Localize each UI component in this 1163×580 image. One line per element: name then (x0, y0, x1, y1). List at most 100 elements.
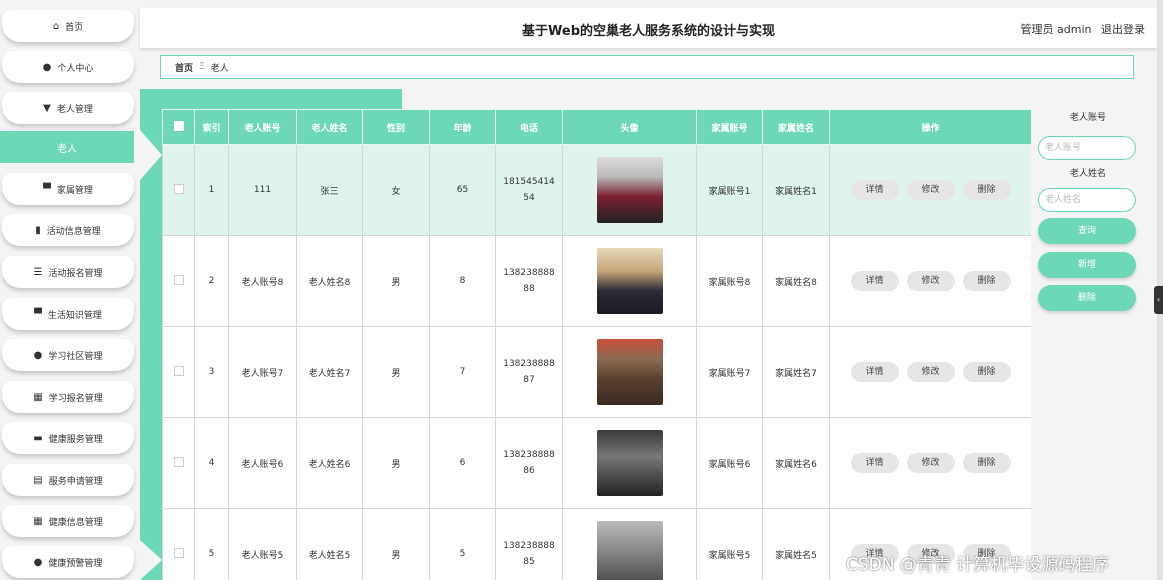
edit-button[interactable]: 修改 (906, 180, 955, 200)
sidebar-item-health-info[interactable]: ▦ 健康信息管理 (2, 505, 134, 537)
cell-index: 1 (194, 144, 229, 236)
delete-button[interactable]: 删除 (962, 180, 1011, 200)
cell-actions: 详情 修改 删除 (829, 417, 1031, 509)
cell-phone: 138238888 86 (495, 417, 563, 509)
table-row[interactable]: 2 老人账号8 老人姓名8 男 8 138238888 88 家属账号8 家属姓名… (162, 235, 1031, 327)
sidebar-item-health-warning[interactable]: ● 健康预警管理 (2, 546, 134, 578)
edit-button[interactable]: 修改 (906, 453, 955, 473)
account-search-input[interactable] (1038, 136, 1136, 160)
cell-family-account: 家属账号1 (696, 144, 763, 236)
detail-button[interactable]: 详情 (850, 271, 899, 291)
sidebar-item-label: 学习社区管理 (48, 351, 103, 362)
cell-family-account: 家属账号5 (696, 508, 763, 580)
avatar (596, 157, 663, 223)
grid-icon: ▦ (33, 391, 43, 403)
name-label: 老人姓名 (1069, 169, 1106, 179)
cell-name: 张三 (296, 144, 363, 236)
sidebar-item-label: 活动报名管理 (48, 268, 103, 279)
sidebar-item-elder-manage[interactable]: ▼ 老人管理 (2, 92, 134, 124)
phone-part: 181545414 (503, 177, 555, 187)
sidebar-item-activity-info[interactable]: ▮ 活动信息管理 (2, 214, 134, 246)
top-header: 基于Web的空巢老人服务系统的设计与实现 管理员 admin 退出登录 (140, 8, 1157, 48)
row-checkbox[interactable] (162, 235, 195, 327)
cell-age: 8 (429, 235, 496, 327)
detail-button[interactable]: 详情 (850, 180, 899, 200)
cell-name: 老人姓名8 (296, 235, 363, 327)
elder-table: 索引 老人账号 老人姓名 性别 年龄 电话 头像 家属账号 家属姓名 操作 1 … (162, 109, 1031, 580)
cell-name: 老人姓名6 (296, 417, 363, 509)
cell-family-name: 家属姓名6 (762, 417, 830, 509)
phone-part: 138238888 (503, 359, 555, 369)
sidebar-item-study-community[interactable]: ● 学习社区管理 (2, 339, 134, 371)
cell-phone: 138238888 85 (495, 508, 563, 580)
grid-icon: ▦ (33, 515, 43, 527)
name-search-input[interactable] (1038, 188, 1136, 212)
add-button[interactable]: 新增 (1038, 252, 1136, 278)
table-row[interactable]: 3 老人账号7 老人姓名7 男 7 138238888 87 家属账号7 家属姓名… (162, 326, 1031, 418)
column-header: 索引 (194, 109, 229, 145)
sidebar-item-service-apply[interactable]: ▤ 服务申请管理 (2, 464, 134, 496)
chevron-left-icon[interactable]: ‹ (1154, 286, 1163, 314)
batch-delete-button[interactable]: 删除 (1038, 285, 1136, 311)
breadcrumb-home[interactable]: 首页 (175, 61, 193, 74)
cell-actions: 详情 修改 删除 (829, 144, 1031, 236)
detail-button[interactable]: 详情 (850, 453, 899, 473)
sidebar-item-family-manage[interactable]: ▀ 家属管理 (2, 173, 134, 205)
sidebar-item-activity-signup[interactable]: ☰ 活动报名管理 (2, 256, 134, 288)
sidebar-item-label: 健康信息管理 (48, 517, 103, 528)
edit-button[interactable]: 修改 (906, 271, 955, 291)
sidebar-item-health-service[interactable]: ▬ 健康服务管理 (2, 422, 134, 454)
sidebar-item-profile[interactable]: ● 个人中心 (2, 51, 134, 83)
cell-account: 111 (228, 144, 297, 236)
column-header: 老人姓名 (296, 109, 363, 145)
phone-part: 138238888 (503, 450, 555, 460)
cell-family-name: 家属姓名8 (762, 235, 830, 327)
sidebar-item-label: 服务申请管理 (48, 476, 103, 487)
phone-part: 86 (523, 466, 535, 476)
delete-button[interactable]: 删除 (962, 271, 1011, 291)
sidebar-item-study-signup[interactable]: ▦ 学习报名管理 (2, 381, 134, 413)
sidebar-item-home[interactable]: ⌂ 首页 (2, 10, 134, 42)
cell-avatar (562, 235, 697, 327)
logout-link[interactable]: 退出登录 (1101, 23, 1145, 36)
delete-button[interactable]: 删除 (962, 453, 1011, 473)
home-icon: ⌂ (52, 20, 60, 32)
column-header: 头像 (562, 109, 697, 145)
sidebar-item-label: 健康预警管理 (48, 558, 103, 569)
column-header: 年龄 (429, 109, 496, 145)
edit-button[interactable]: 修改 (906, 362, 955, 382)
table-row[interactable]: 4 老人账号6 老人姓名6 男 6 138238888 86 家属账号6 家属姓名… (162, 417, 1031, 509)
sidebar-item-label: 学习报名管理 (48, 393, 103, 404)
cell-family-name: 家属姓名7 (762, 326, 830, 418)
chart-icon: ▮ (35, 224, 41, 236)
cell-phone: 138238888 88 (495, 235, 563, 327)
decorative-notch (140, 130, 162, 180)
phone-part: 87 (523, 375, 535, 385)
cell-account: 老人账号8 (228, 235, 297, 327)
row-checkbox[interactable] (162, 417, 195, 509)
cell-name: 老人姓名7 (296, 326, 363, 418)
cell-family-account: 家属账号6 (696, 417, 763, 509)
sidebar-subitem-elder[interactable]: 老人 (0, 131, 134, 163)
delete-button[interactable]: 删除 (962, 362, 1011, 382)
cell-gender: 男 (362, 326, 430, 418)
cell-family-account: 家属账号8 (696, 235, 763, 327)
query-button[interactable]: 查询 (1038, 218, 1136, 244)
sidebar-item-label: 活动信息管理 (46, 226, 101, 237)
cell-phone: 181545414 54 (495, 144, 563, 236)
select-all-checkbox[interactable] (162, 109, 195, 145)
detail-button[interactable]: 详情 (850, 362, 899, 382)
sidebar-item-life-knowledge[interactable]: ▀ 生活知识管理 (2, 298, 134, 330)
row-checkbox[interactable] (162, 144, 195, 236)
cell-avatar (562, 508, 697, 580)
table-row[interactable]: 1 111 张三 女 65 181545414 54 家属账号1 家属姓名1 详情… (162, 144, 1031, 236)
table-header-row: 索引 老人账号 老人姓名 性别 年龄 电话 头像 家属账号 家属姓名 操作 (162, 109, 1031, 145)
avatar (596, 430, 663, 496)
decorative-notch (140, 540, 162, 580)
breadcrumb-current: 老人 (210, 63, 229, 74)
cell-age: 5 (429, 508, 496, 580)
row-checkbox[interactable] (162, 326, 195, 418)
monitor-icon: ▀ (43, 183, 51, 195)
phone-part: 85 (523, 557, 535, 567)
row-checkbox[interactable] (162, 508, 195, 580)
